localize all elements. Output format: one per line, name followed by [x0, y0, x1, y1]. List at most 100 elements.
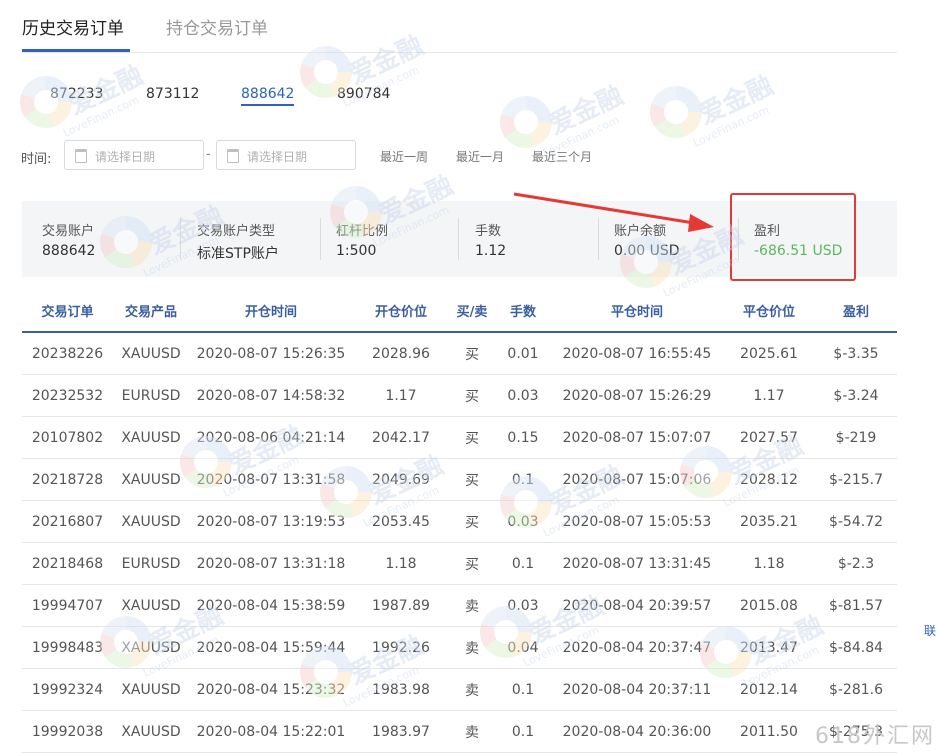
table-cell: 1983.98 — [353, 668, 449, 711]
table-cell: 0.1 — [495, 710, 551, 753]
table-cell: 2027.57 — [723, 416, 815, 459]
date-filter: 时间: 请选择日期 - 请选择日期 最近一周 最近一月 最近三个月 — [21, 140, 901, 172]
column-header: 交易订单 — [22, 289, 113, 333]
summary-value: 1.12 — [475, 243, 507, 259]
table-cell: EURUSD — [113, 374, 189, 417]
table-cell: 0.1 — [495, 542, 551, 585]
table-cell: 1992.26 — [353, 626, 449, 669]
table-cell: XAUUSD — [113, 668, 189, 711]
table-cell: 2020-08-07 14:58:32 — [189, 374, 353, 417]
table-cell: 2020-08-07 15:07:07 — [551, 416, 723, 459]
quick-range-month[interactable]: 最近一月 — [456, 148, 504, 165]
corner-watermark: 618外汇网 — [815, 724, 935, 749]
table-cell: 卖 — [449, 626, 495, 669]
calendar-icon — [75, 149, 87, 163]
table-row: 19998483 XAUUSD 2020-08-04 15:59:44 1992.26… — [22, 626, 897, 669]
column-header: 平仓时间 — [551, 289, 723, 333]
table-cell: 0.03 — [495, 374, 551, 417]
column-header: 买/卖 — [449, 289, 495, 333]
table-cell: XAUUSD — [113, 458, 189, 501]
account-888642[interactable]: 888642 — [241, 86, 295, 106]
column-header: 开仓时间 — [189, 289, 353, 333]
summary-label: 交易账户 — [42, 224, 95, 239]
table-cell: 2020-08-04 15:38:59 — [189, 584, 353, 627]
table-cell: 买 — [449, 332, 495, 375]
start-date-placeholder: 请选择日期 — [95, 150, 156, 164]
table-cell: 买 — [449, 374, 495, 417]
account-890784[interactable]: 890784 — [337, 86, 390, 102]
table-cell: 0.03 — [495, 584, 551, 627]
watermark-logo-icon — [650, 86, 702, 138]
summary-label: 手数 — [475, 224, 502, 239]
table-cell: 2025.61 — [723, 332, 815, 375]
table-cell: 0.1 — [495, 458, 551, 501]
quick-range-week[interactable]: 最近一周 — [380, 148, 428, 165]
table-cell: 2049.69 — [353, 458, 449, 501]
table-row: 20218728 XAUUSD 2020-08-07 13:31:58 2049.69… — [22, 458, 897, 501]
summary-trading-account: 交易账户 888642 — [22, 201, 182, 277]
order-tabs: 历史交易订单 持仓交易订单 — [22, 0, 897, 53]
side-contact-text[interactable]: 联 — [924, 622, 936, 639]
table-cell: XAUUSD — [113, 584, 189, 627]
table-cell: $-81.57 — [815, 584, 897, 627]
table-cell: 19998483 — [22, 626, 113, 669]
table-cell: 2013.47 — [723, 626, 815, 669]
table-header: 交易订单 交易产品 开仓时间 开仓价位 买/卖 手数 平仓时间 平仓价位 盈利 — [22, 289, 897, 333]
end-date-placeholder: 请选择日期 — [247, 150, 308, 164]
account-872233[interactable]: 872233 — [50, 86, 103, 102]
table-cell: 2042.17 — [353, 416, 449, 459]
table-cell: 20232532 — [22, 374, 113, 417]
table-cell: $-3.35 — [815, 332, 897, 375]
table-cell: 2020-08-07 13:19:53 — [189, 500, 353, 543]
table-cell: 0.01 — [495, 332, 551, 375]
summary-label: 交易账户类型 — [197, 224, 276, 239]
table-cell: 2020-08-04 15:22:01 — [189, 710, 353, 753]
summary-value: 1:500 — [336, 243, 377, 259]
calendar-icon — [227, 149, 239, 163]
watermark-logo: 爱金融 LoveFinan.com — [20, 61, 148, 140]
watermark-logo-icon — [20, 76, 72, 128]
table-cell: 20107802 — [22, 416, 113, 459]
table-cell: 1.17 — [353, 374, 449, 417]
table-cell: 2020-08-07 15:07:06 — [551, 458, 723, 501]
table-cell: 0.03 — [495, 500, 551, 543]
tab-history-orders[interactable]: 历史交易订单 — [22, 14, 124, 39]
table-cell: 2028.12 — [723, 458, 815, 501]
table-cell: 0.04 — [495, 626, 551, 669]
table-cell: 1.18 — [723, 542, 815, 585]
table-cell: 20238226 — [22, 332, 113, 375]
table-cell: $-2.3 — [815, 542, 897, 585]
table-cell: 2020-08-04 20:37:11 — [551, 668, 723, 711]
table-row: 19994707 XAUUSD 2020-08-04 15:38:59 1987.89… — [22, 584, 897, 627]
table-cell: XAUUSD — [113, 416, 189, 459]
table-cell: 2020-08-07 15:26:35 — [189, 332, 353, 375]
table-cell: $-3.24 — [815, 374, 897, 417]
date-range-separator: - — [206, 147, 211, 162]
table-cell: 2020-08-07 15:26:29 — [551, 374, 723, 417]
watermark-brand: 爱金融 — [694, 70, 778, 131]
table-cell: $-219 — [815, 416, 897, 459]
table-cell: 2020-08-07 13:31:45 — [551, 542, 723, 585]
table-cell: 19994707 — [22, 584, 113, 627]
orders-table: 交易订单 交易产品 开仓时间 开仓价位 买/卖 手数 平仓时间 平仓价位 盈利 20238226… — [22, 289, 897, 753]
start-date-input[interactable]: 请选择日期 — [64, 140, 204, 170]
table-cell: 2020-08-06 04:21:14 — [189, 416, 353, 459]
end-date-input[interactable]: 请选择日期 — [216, 140, 356, 170]
tab-open-orders[interactable]: 持仓交易订单 — [166, 14, 268, 39]
divider — [320, 218, 321, 260]
table-cell: 卖 — [449, 584, 495, 627]
account-873112[interactable]: 873112 — [146, 86, 199, 102]
table-cell: 2011.50 — [723, 710, 815, 753]
table-row: 20107802 XAUUSD 2020-08-06 04:21:14 2042.17… — [22, 416, 897, 459]
quick-range-three-months[interactable]: 最近三个月 — [532, 148, 592, 165]
table-cell: 19992038 — [22, 710, 113, 753]
table-cell: 2020-08-07 16:55:45 — [551, 332, 723, 375]
watermark-brand: 爱金融 — [544, 80, 628, 141]
table-body: 20238226 XAUUSD 2020-08-07 15:26:35 2028.96… — [22, 332, 897, 753]
table-cell: 卖 — [449, 710, 495, 753]
column-header: 平仓价位 — [723, 289, 815, 333]
table-cell: 买 — [449, 416, 495, 459]
table-row: 20216807 XAUUSD 2020-08-07 13:19:53 2053.45… — [22, 500, 897, 543]
column-header: 手数 — [495, 289, 551, 333]
table-cell: XAUUSD — [113, 626, 189, 669]
